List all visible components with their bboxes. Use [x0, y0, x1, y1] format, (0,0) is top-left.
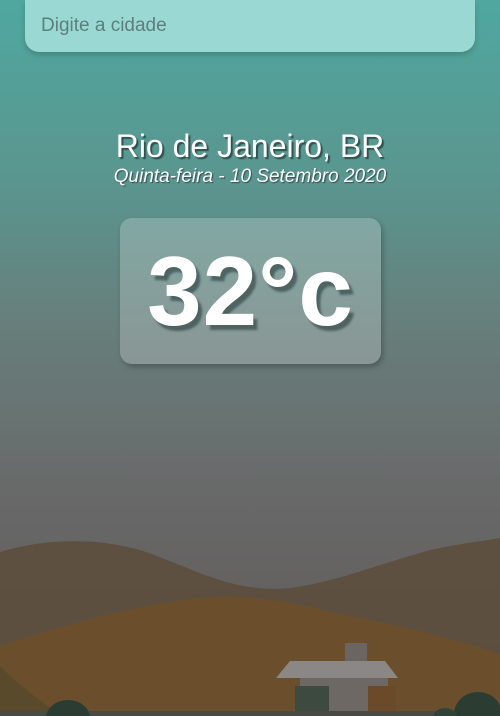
location-title: Rio de Janeiro, BR — [115, 128, 385, 164]
house-roof — [276, 661, 398, 678]
temperature-card: 32°c — [120, 218, 381, 364]
landscape-illustration — [0, 538, 500, 716]
search-bar[interactable] — [25, 0, 475, 52]
search-input[interactable] — [25, 0, 475, 52]
chimney — [345, 643, 367, 661]
temperature-value: 32°c — [147, 235, 354, 346]
date-label: Quinta-feira - 10 Setembro 2020 — [113, 166, 387, 187]
